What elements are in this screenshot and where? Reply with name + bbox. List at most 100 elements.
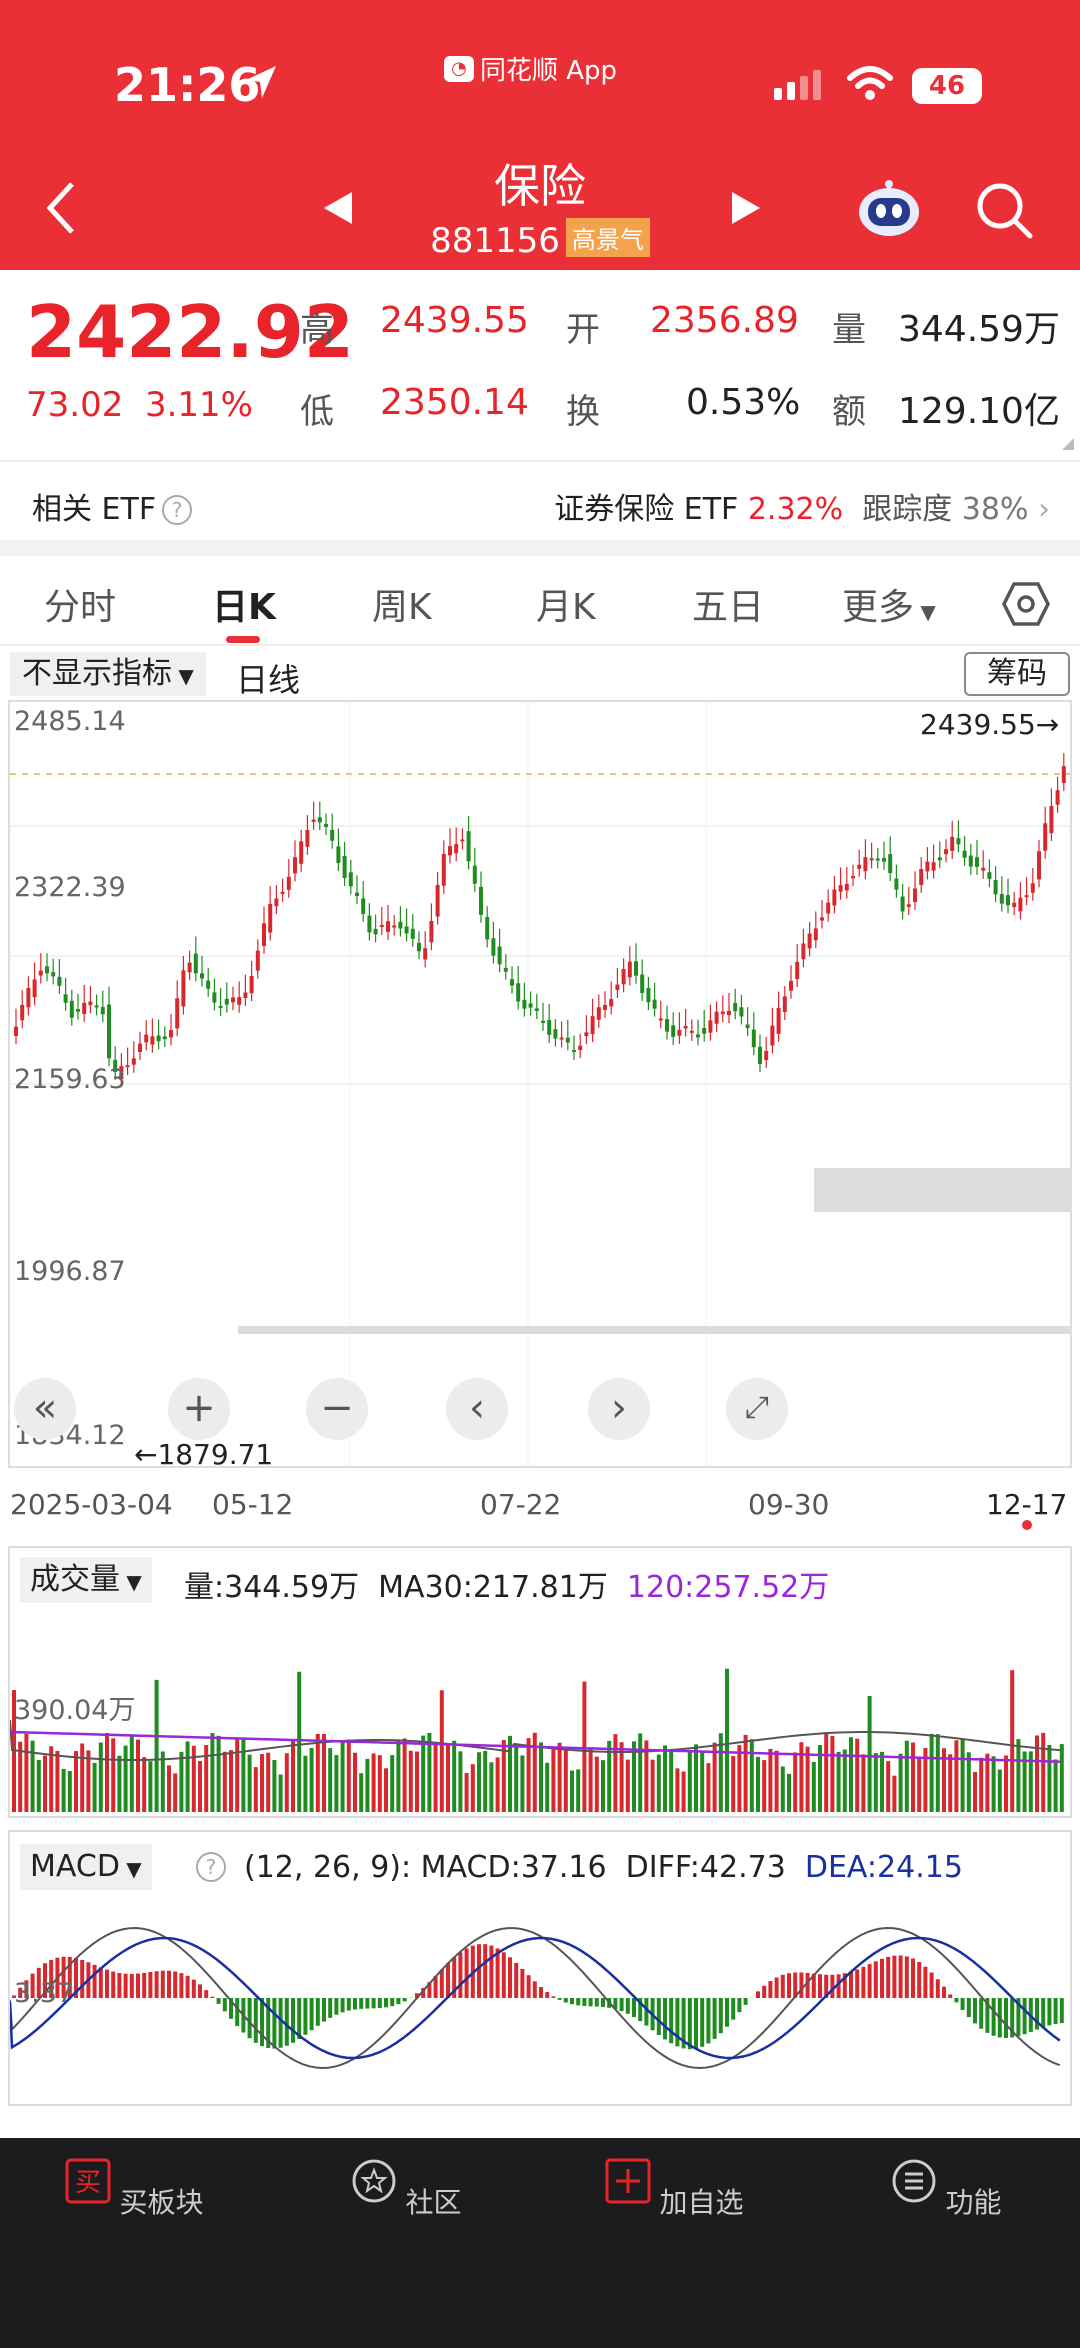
turnover-label: 换 [566, 392, 600, 432]
expand-corner-icon[interactable] [1062, 438, 1074, 450]
scroll-left-button[interactable]: ‹ [446, 1378, 508, 1440]
macd-histogram-bar [923, 1966, 928, 1998]
volume-bar [408, 1750, 413, 1812]
macd-histogram-bar [799, 1972, 804, 1998]
kline-candle [751, 1029, 756, 1048]
indicator-select[interactable]: 不显示指标 ▼ [10, 652, 206, 696]
nav-buy-sector[interactable]: 买 买板块 [54, 2158, 214, 2221]
nav-add-watchlist[interactable]: 加自选 [594, 2158, 754, 2221]
macd-help-icon[interactable]: ? [196, 1852, 226, 1882]
related-etf-row[interactable]: 相关 ETF? 证券保险 ETF 2.32% 跟踪度 38% › [0, 460, 1080, 540]
kline-chart[interactable] [10, 702, 1070, 1466]
nav-functions[interactable]: 功能 [866, 2158, 1026, 2221]
volume-bar [880, 1751, 884, 1812]
nav-label: 社区 [405, 2186, 462, 2219]
next-stock-icon[interactable] [728, 190, 764, 226]
kline-candle [26, 988, 31, 1008]
volume-bar [985, 1753, 990, 1812]
tab-daily-k[interactable]: 日K [212, 578, 276, 630]
macd-histogram-bar [111, 1971, 116, 1998]
macd-histogram-bar [818, 1974, 822, 1998]
help-icon[interactable]: ? [162, 495, 193, 525]
macd-select[interactable]: MACD ▼ [20, 1844, 152, 1890]
kline-candle [795, 961, 800, 979]
volume-bar [61, 1768, 66, 1812]
macd-histogram-bar [129, 1973, 134, 1998]
kline-candle [429, 920, 434, 943]
volume-bar [762, 1760, 767, 1812]
zoom-out-button[interactable]: − [306, 1378, 368, 1440]
tab-five-day[interactable]: 五日 [692, 578, 764, 630]
kline-candle [739, 1007, 744, 1017]
tab-monthly-k[interactable]: 月K [536, 578, 596, 630]
tab-weekly-k[interactable]: 周K [372, 578, 432, 630]
volume-bar [886, 1761, 891, 1812]
high-value: 2439.55 [380, 300, 529, 341]
kline-candle [367, 915, 372, 933]
kline-candle [38, 970, 43, 976]
macd-histogram-bar [253, 1998, 258, 2043]
nav-community[interactable]: 社区 [326, 2158, 486, 2221]
settings-hex-icon[interactable] [1002, 582, 1050, 626]
robot-assistant-icon[interactable] [856, 178, 922, 238]
tab-more[interactable]: 更多 ▼ [842, 578, 936, 630]
volume-bar [179, 1751, 184, 1812]
volume-select[interactable]: 成交量 ▼ [20, 1557, 152, 1603]
macd-histogram-bar [706, 1998, 711, 2044]
volume-bar [520, 1755, 525, 1812]
volume-bar [446, 1744, 450, 1812]
kline-candle [727, 1010, 731, 1016]
macd-histogram-bar [830, 1974, 835, 1998]
zoom-in-button[interactable]: + [168, 1378, 230, 1440]
etf-label-wrap: 相关 ETF? [32, 484, 193, 528]
kline-candle [262, 923, 266, 946]
volume-bar [340, 1741, 345, 1812]
macd-histogram-bar [464, 1948, 469, 1998]
add-watchlist-icon [605, 2158, 651, 2204]
macd-histogram-bar [260, 1998, 264, 2047]
kline-candle [224, 998, 229, 1005]
volume-bar [421, 1735, 426, 1812]
period-label: 日线 [236, 661, 301, 699]
kline-candle [454, 844, 459, 854]
kline-candle [1037, 851, 1041, 880]
community-icon [352, 2159, 396, 2203]
volume-bar [700, 1751, 705, 1812]
volume-bar [911, 1742, 915, 1812]
kline-candle [677, 1029, 682, 1036]
macd-histogram-bar [576, 1998, 581, 2006]
volume-bar [291, 1740, 295, 1812]
macd-y-tick: 3.37 [14, 1978, 75, 2009]
tab-intraday[interactable]: 分时 [44, 578, 116, 630]
high-label: 高 [300, 310, 334, 350]
kline-candle [547, 1020, 552, 1035]
volume-bar [129, 1735, 134, 1812]
amount-label: 额 [832, 392, 866, 432]
kline-candle [94, 1005, 99, 1008]
search-icon[interactable] [976, 182, 1034, 240]
volume-bar [222, 1751, 227, 1812]
volume-bar [173, 1773, 178, 1812]
volume-bar [167, 1765, 171, 1812]
status-time: 21:26 [114, 58, 261, 112]
scroll-right-button[interactable]: › [588, 1378, 650, 1440]
fullscreen-button[interactable]: ⤢ [726, 1378, 788, 1440]
kline-candle [479, 886, 483, 915]
macd-histogram-bar [222, 1998, 227, 2012]
kline-candle [45, 966, 49, 974]
kline-candle [386, 921, 390, 932]
chip-distribution-button[interactable]: 筹码 [964, 652, 1070, 696]
header-bar: 21:26 ◔ 同花顺 App 46 保险 881156 高景气 [0, 0, 1080, 270]
kline-candle [1055, 790, 1060, 805]
gap-zone-lower [238, 1326, 1070, 1334]
open-value: 2356.89 [650, 300, 799, 341]
macd-histogram-bar [105, 1969, 109, 1998]
macd-histogram-bar [873, 1961, 878, 1998]
volume-bar [328, 1748, 333, 1812]
volume-bar [49, 1746, 54, 1812]
scroll-start-button[interactable]: « [14, 1378, 76, 1440]
macd-histogram-bar [446, 1963, 450, 1998]
kline-candle [522, 999, 527, 1009]
macd-histogram-bar [960, 1998, 965, 2010]
kline-candle [330, 829, 335, 841]
